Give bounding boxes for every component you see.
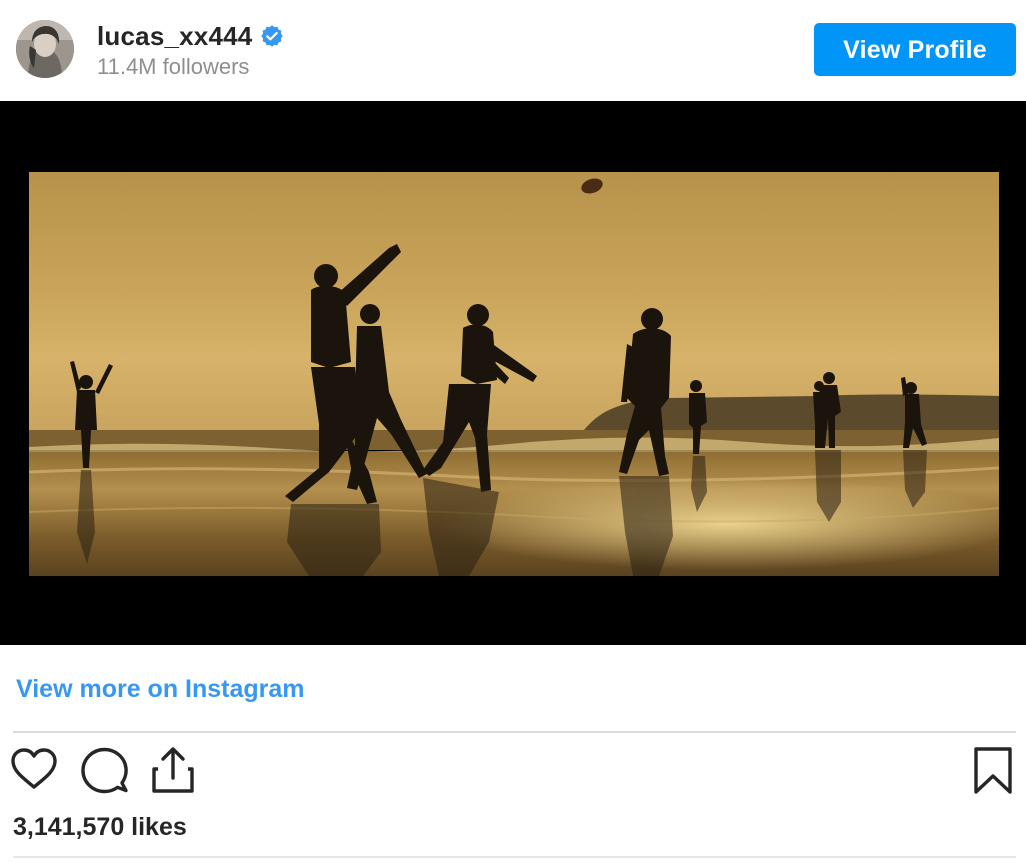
follower-count: 11.4M followers <box>97 54 250 79</box>
bottom-divider <box>13 856 1016 858</box>
comment-icon[interactable] <box>80 745 130 797</box>
like-count[interactable]: 3,141,570 likes <box>13 811 187 843</box>
username[interactable]: lucas_xx444 <box>97 20 252 52</box>
post-media[interactable] <box>0 101 1026 645</box>
heart-icon[interactable] <box>9 745 59 797</box>
bookmark-icon[interactable] <box>968 745 1018 797</box>
verified-badge-icon <box>260 24 284 48</box>
action-bar <box>0 745 1026 801</box>
profile-avatar-icon <box>16 20 74 78</box>
instagram-embed: lucas_xx444 11.4M followers View Profile <box>0 0 1026 863</box>
beach-football-scene-image <box>29 172 999 576</box>
username-row: lucas_xx444 <box>97 20 284 52</box>
share-icon[interactable] <box>148 745 198 797</box>
view-profile-button[interactable]: View Profile <box>814 23 1016 76</box>
post-header: lucas_xx444 11.4M followers View Profile <box>0 0 1026 100</box>
divider <box>13 731 1016 733</box>
avatar[interactable] <box>16 20 74 78</box>
view-more-on-instagram-link[interactable]: View more on Instagram <box>16 672 305 706</box>
